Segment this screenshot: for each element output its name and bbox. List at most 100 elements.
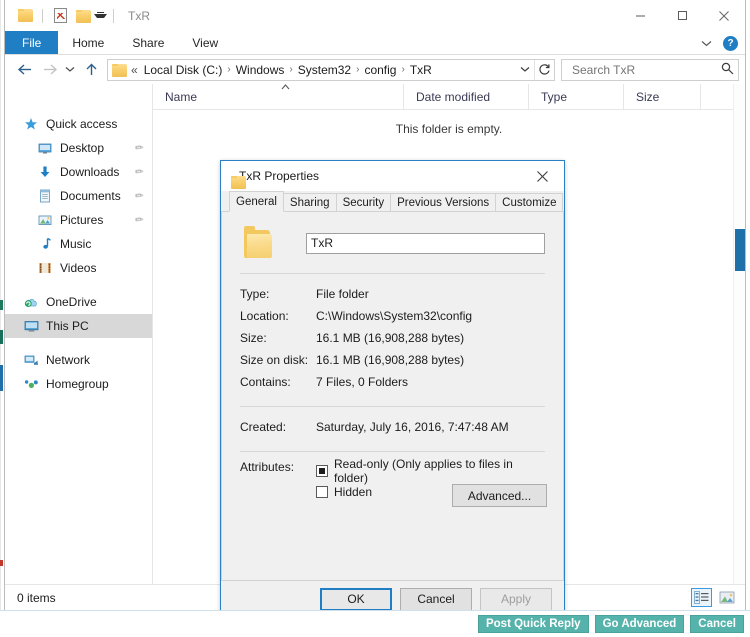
sidebar-item-quick-access[interactable]: Quick access — [5, 112, 152, 136]
folder-name-input[interactable] — [306, 232, 545, 254]
chevron-down-icon[interactable] — [697, 34, 715, 52]
pin-icon[interactable]: ✐ — [131, 189, 144, 203]
desktop-icon — [37, 140, 53, 156]
pin-icon[interactable]: ✐ — [131, 141, 144, 155]
sidebar-item-network[interactable]: Network — [5, 348, 152, 372]
refresh-icon[interactable] — [534, 59, 554, 80]
tab-home[interactable]: Home — [58, 31, 118, 54]
file-list-scrollbar[interactable] — [733, 84, 745, 584]
maximize-button[interactable] — [661, 0, 703, 31]
close-icon[interactable] — [520, 161, 564, 191]
sidebar-item-desktop[interactable]: Desktop ✐ — [5, 136, 152, 160]
breadcrumb: « Local Disk (C:) › Windows › System32 ›… — [126, 63, 516, 77]
column-header-row: Name Date modified Type Size — [153, 82, 745, 110]
sidebar-item-onedrive[interactable]: OneDrive — [5, 290, 152, 314]
breadcrumb-item-2[interactable]: System32 — [295, 63, 354, 77]
advanced-button[interactable]: Advanced... — [452, 484, 547, 507]
sort-ascending-icon — [281, 82, 290, 92]
tab-customize[interactable]: Customize — [495, 193, 564, 212]
recent-locations-icon[interactable] — [61, 58, 79, 82]
help-icon[interactable]: ? — [723, 35, 738, 51]
attributes-label: Attributes: — [240, 460, 295, 474]
right-page-edge — [746, 0, 750, 611]
breadcrumb-sep-1: › — [289, 64, 293, 75]
pin-icon[interactable]: ✐ — [131, 213, 144, 227]
breadcrumb-item-4[interactable]: TxR — [407, 63, 435, 77]
videos-icon — [37, 260, 53, 276]
window-controls — [619, 0, 745, 31]
tab-general[interactable]: General — [229, 191, 284, 212]
forum-cancel-button[interactable]: Cancel — [690, 615, 744, 633]
property-value: 16.1 MB (16,908,288 bytes) — [316, 353, 465, 367]
property-label: Size: — [240, 331, 267, 345]
hidden-checkbox[interactable] — [316, 485, 328, 498]
scrollbar-thumb[interactable] — [735, 229, 745, 271]
forward-button[interactable] — [37, 58, 61, 82]
up-button[interactable] — [79, 58, 103, 82]
ok-button[interactable]: OK — [320, 587, 392, 611]
downloads-icon — [37, 164, 53, 180]
readonly-checkbox-row[interactable]: Read-only (Only applies to files in fold… — [316, 457, 547, 485]
pin-icon[interactable]: ✐ — [131, 165, 144, 179]
sidebar-item-label: Videos — [60, 261, 97, 275]
tab-security[interactable]: Security — [335, 193, 392, 212]
cancel-button[interactable]: Cancel — [400, 587, 472, 611]
search-input[interactable] — [570, 61, 721, 78]
breadcrumb-sep-3: › — [401, 64, 405, 75]
tab-file[interactable]: File — [5, 31, 59, 54]
hidden-label: Hidden — [334, 484, 373, 499]
attributes-row: Attributes: Read-only (Only applies to f… — [238, 457, 547, 507]
go-advanced-button[interactable]: Go Advanced — [594, 615, 685, 633]
sidebar-item-label: Documents — [60, 189, 121, 203]
post-quick-reply-button[interactable]: Post Quick Reply — [477, 615, 589, 633]
apply-button[interactable]: Apply — [480, 587, 552, 611]
tab-share[interactable]: Share — [118, 31, 178, 54]
sidebar-item-this-pc[interactable]: This PC — [5, 314, 152, 338]
tab-sharing[interactable]: Sharing — [282, 193, 337, 212]
column-header-size[interactable]: Size — [623, 83, 700, 110]
address-dropdown-icon[interactable] — [516, 66, 534, 73]
sidebar-item-label: Music — [60, 237, 92, 251]
column-header-label: Name — [165, 89, 198, 104]
column-header-type[interactable]: Type — [528, 83, 623, 110]
empty-folder-message: This folder is empty. — [395, 122, 503, 136]
address-bar[interactable]: « Local Disk (C:) › Windows › System32 ›… — [107, 58, 555, 81]
tab-previous-versions[interactable]: Previous Versions — [390, 193, 497, 212]
column-header-name[interactable]: Name — [153, 82, 403, 110]
property-row: Location: C:\Windows\System32\config — [238, 305, 547, 327]
details-view-button[interactable] — [691, 588, 712, 607]
sidebar-item-documents[interactable]: Documents ✐ — [5, 184, 152, 208]
large-icons-view-button[interactable] — [716, 588, 737, 607]
dialog-tab-bar: General Sharing Security Previous Versio… — [221, 191, 564, 212]
minimize-button[interactable] — [619, 0, 661, 31]
close-button[interactable] — [703, 0, 745, 31]
view-mode-buttons — [691, 588, 737, 607]
created-section: Created: Saturday, July 16, 2016, 7:47:4… — [238, 407, 547, 438]
customize-caret-icon[interactable] — [93, 9, 107, 23]
breadcrumb-sep-0: › — [227, 64, 231, 75]
breadcrumb-item-0[interactable]: Local Disk (C:) — [141, 63, 226, 77]
tab-view[interactable]: View — [178, 31, 232, 54]
folder-icon[interactable] — [14, 5, 36, 27]
hidden-checkbox-row[interactable]: Hidden — [316, 481, 372, 502]
sidebar-item-videos[interactable]: Videos — [5, 256, 152, 280]
back-button[interactable] — [13, 58, 37, 82]
readonly-checkbox[interactable] — [316, 464, 328, 477]
star-icon — [23, 116, 39, 132]
column-header-date-modified[interactable]: Date modified — [403, 83, 528, 110]
sidebar-item-downloads[interactable]: Downloads ✐ — [5, 160, 152, 184]
search-box[interactable] — [561, 58, 739, 81]
properties-doc-icon[interactable] — [49, 5, 71, 27]
new-folder-icon[interactable] — [71, 5, 93, 27]
property-row-created: Created: Saturday, July 16, 2016, 7:47:4… — [238, 416, 547, 438]
column-header-label: Date modified — [416, 89, 491, 104]
breadcrumb-overflow[interactable]: « — [126, 63, 141, 77]
breadcrumb-item-3[interactable]: config — [361, 63, 399, 77]
breadcrumb-item-1[interactable]: Windows — [233, 63, 288, 77]
sidebar-item-homegroup[interactable]: Homegroup — [5, 372, 152, 396]
forum-action-bar: Post Quick Reply Go Advanced Cancel — [0, 611, 750, 637]
sidebar-item-music[interactable]: Music — [5, 232, 152, 256]
breadcrumb-sep-2: › — [356, 64, 360, 75]
sidebar-item-pictures[interactable]: Pictures ✐ — [5, 208, 152, 232]
search-icon[interactable] — [721, 62, 734, 78]
